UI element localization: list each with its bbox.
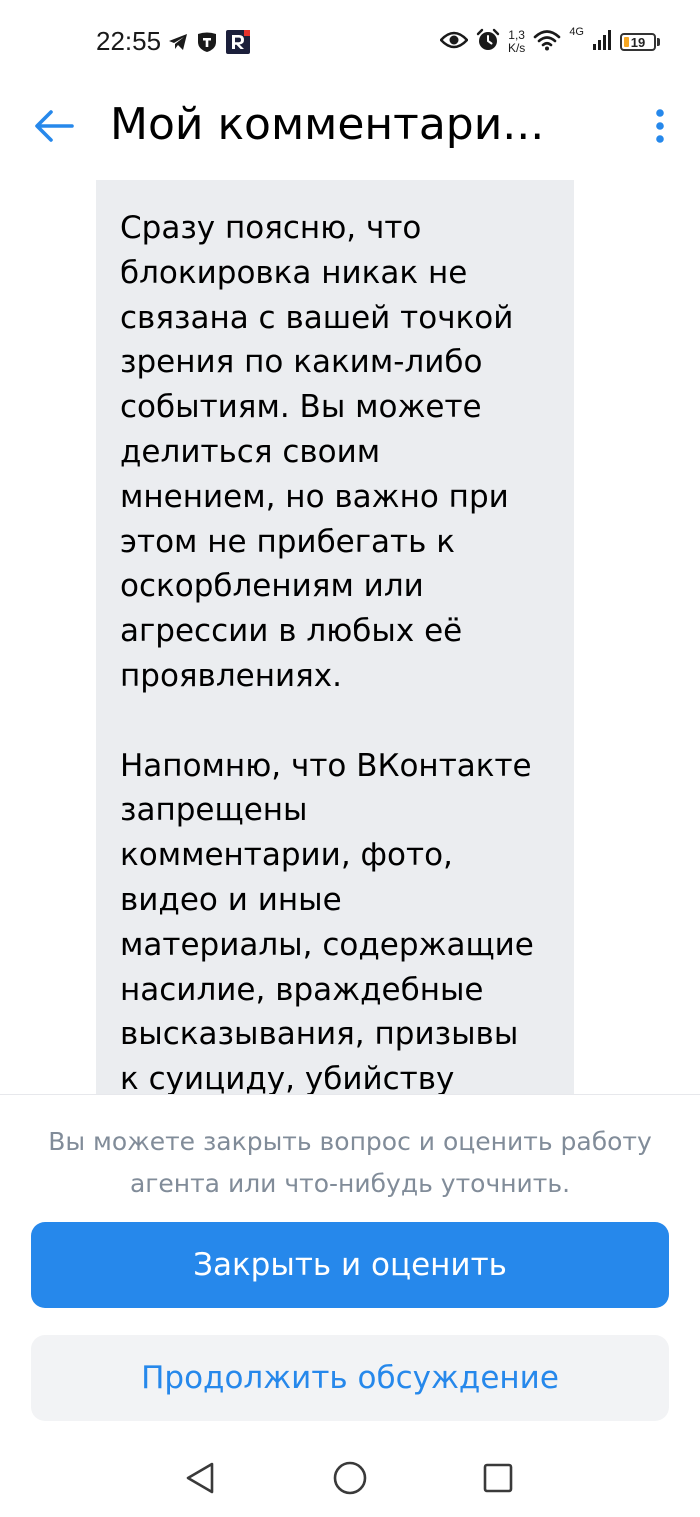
more-vertical-icon <box>656 109 664 143</box>
nav-recents-icon <box>483 1463 513 1493</box>
battery-icon: 19 <box>620 33 660 51</box>
network-speed-unit: K/s <box>507 41 526 55</box>
battery: 19 <box>620 33 656 51</box>
alarm-icon <box>476 28 500 56</box>
r-app-icon <box>226 30 250 58</box>
nav-back-button[interactable] <box>180 1458 220 1498</box>
agent-message-text: Сразу поясню, что блокировка никак не св… <box>120 210 534 1094</box>
eye-icon <box>439 30 469 54</box>
bottom-action-panel: Вы можете закрыть вопрос и оценить работ… <box>0 1094 700 1435</box>
network-type: 4G <box>569 26 584 38</box>
close-and-rate-button[interactable]: Закрыть и оценить <box>31 1222 669 1308</box>
telegram-icon <box>168 33 188 55</box>
battery-fill <box>624 37 629 47</box>
system-navigation-bar <box>0 1434 700 1517</box>
signal-icon <box>592 29 612 55</box>
continue-discussion-button[interactable]: Продолжить обсуждение <box>31 1335 669 1421</box>
close-question-hint: Вы можете закрыть вопрос и оценить работ… <box>48 1127 652 1198</box>
shield-app-icon <box>196 31 218 57</box>
page-title: Мой комментари... <box>110 99 545 150</box>
wifi-icon <box>533 29 561 55</box>
status-time: 22:55 <box>96 26 162 56</box>
status-left-icons <box>168 30 250 58</box>
nav-home-button[interactable] <box>330 1458 370 1498</box>
chat-area[interactable]: Сразу поясню, что блокировка никак не св… <box>0 164 700 1094</box>
more-menu-button[interactable] <box>642 100 678 152</box>
arrow-left-icon <box>35 110 74 142</box>
status-right-icons: 1,3 K/s 4G 19 <box>439 26 660 56</box>
nav-back-icon <box>186 1462 214 1494</box>
app-bar: Мой комментари... <box>0 88 700 164</box>
nav-recents-button[interactable] <box>478 1458 518 1498</box>
network-speed: 1,3 K/s <box>508 29 525 55</box>
nav-home-icon <box>333 1461 367 1495</box>
battery-level: 19 <box>630 34 646 50</box>
agent-message-bubble: Сразу поясню, что блокировка никак не св… <box>96 180 574 1094</box>
back-button[interactable] <box>28 100 80 152</box>
status-bar: 22:55 1,3 K/s 4G 19 <box>0 0 700 88</box>
battery-tip <box>657 38 660 46</box>
